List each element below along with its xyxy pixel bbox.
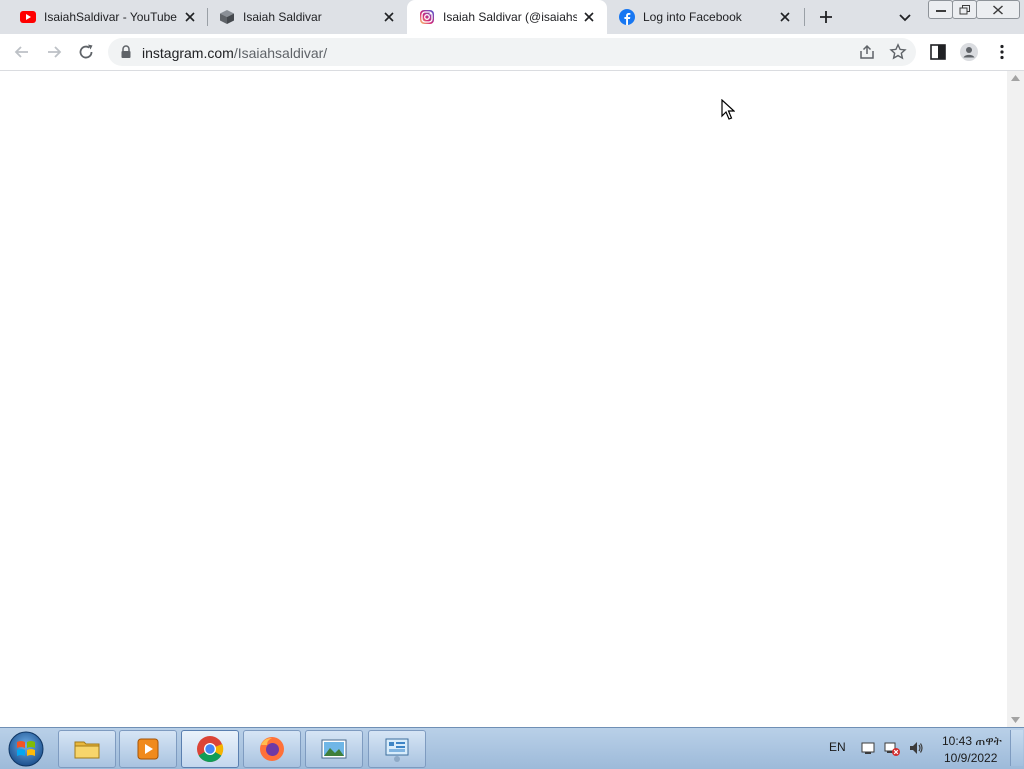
taskbar-media-player-button[interactable] [119,730,177,768]
tab-instagram[interactable]: Isaiah Saldivar (@isaiahsa [407,0,607,34]
network-disconnected-icon[interactable] [884,740,900,756]
instagram-icon [420,10,434,24]
bookmark-star-icon[interactable] [889,43,907,61]
close-icon[interactable] [381,9,397,25]
show-desktop-button[interactable] [1010,730,1023,766]
url-domain: instagram.com [142,45,234,61]
youtube-icon [20,11,36,23]
close-icon[interactable] [777,9,793,25]
taskbar-photo-viewer-button[interactable] [305,730,363,768]
folder-icon [74,741,100,759]
photo-icon [321,739,347,759]
back-arrow-icon[interactable] [12,42,32,62]
share-icon[interactable] [858,43,876,61]
url-path: /Isaiahsaldivar/ [233,45,328,61]
facebook-icon [619,9,635,25]
forward-arrow-icon[interactable] [44,42,64,62]
taskbar: EN 10:43 ጠዋት 10/9/2022 [0,727,1024,769]
close-window-button[interactable] [976,0,1020,19]
action-center-icon[interactable] [860,740,876,756]
tab-youtube[interactable]: IsaiahSaldivar - YouTube [8,0,208,34]
close-icon[interactable] [182,9,198,25]
close-icon[interactable] [581,9,597,25]
tab-title: IsaiahSaldivar - YouTube [44,10,177,24]
cube-icon [220,10,234,24]
profile-avatar-icon[interactable] [959,42,979,62]
chevron-down-icon[interactable] [895,7,915,27]
menu-dots-icon[interactable] [992,42,1012,62]
url-text[interactable]: instagram.com/Isaiahsaldivar/ [142,45,327,61]
lock-icon[interactable] [120,45,132,59]
firefox-icon [260,737,284,761]
tab-isaiah-saldivar[interactable]: Isaiah Saldivar [207,0,407,34]
tab-title: Log into Facebook [643,10,742,24]
taskbar-explorer-button[interactable] [58,730,116,768]
volume-icon[interactable] [908,740,924,756]
side-panel-icon[interactable] [928,42,948,62]
address-bar[interactable]: instagram.com/Isaiahsaldivar/ [108,38,916,66]
page-content [0,71,1007,727]
tab-title: Isaiah Saldivar (@isaiahsa [443,10,577,24]
new-tab-icon[interactable] [816,7,836,27]
reload-icon[interactable] [76,42,96,62]
browser-toolbar: instagram.com/Isaiahsaldivar/ [0,34,1024,71]
minimize-button[interactable] [928,0,953,19]
taskbar-chrome-button[interactable] [181,730,239,768]
tab-separator [804,8,805,26]
media-player-icon [137,738,159,760]
tab-title: Isaiah Saldivar [243,10,322,24]
tab-strip: IsaiahSaldivar - YouTube Isaiah Saldivar [0,0,1024,34]
mouse-cursor-icon [721,99,735,120]
scroll-up-icon[interactable] [1011,75,1020,81]
clock-time[interactable]: 10:43 ጠዋት [942,734,1002,749]
start-button-icon[interactable] [6,730,46,768]
control-panel-icon [385,738,409,762]
chrome-icon [197,736,224,763]
taskbar-control-panel-button[interactable] [368,730,426,768]
taskbar-firefox-button[interactable] [243,730,301,768]
minimize-icon [935,9,946,12]
tab-facebook[interactable]: Log into Facebook [607,0,803,34]
scroll-down-icon[interactable] [1011,717,1020,723]
close-icon [993,4,1003,15]
language-indicator[interactable]: EN [829,740,846,754]
restore-button[interactable] [952,0,977,19]
vertical-scrollbar[interactable] [1007,71,1024,727]
restore-icon [959,4,970,14]
clock-date[interactable]: 10/9/2022 [944,751,997,765]
